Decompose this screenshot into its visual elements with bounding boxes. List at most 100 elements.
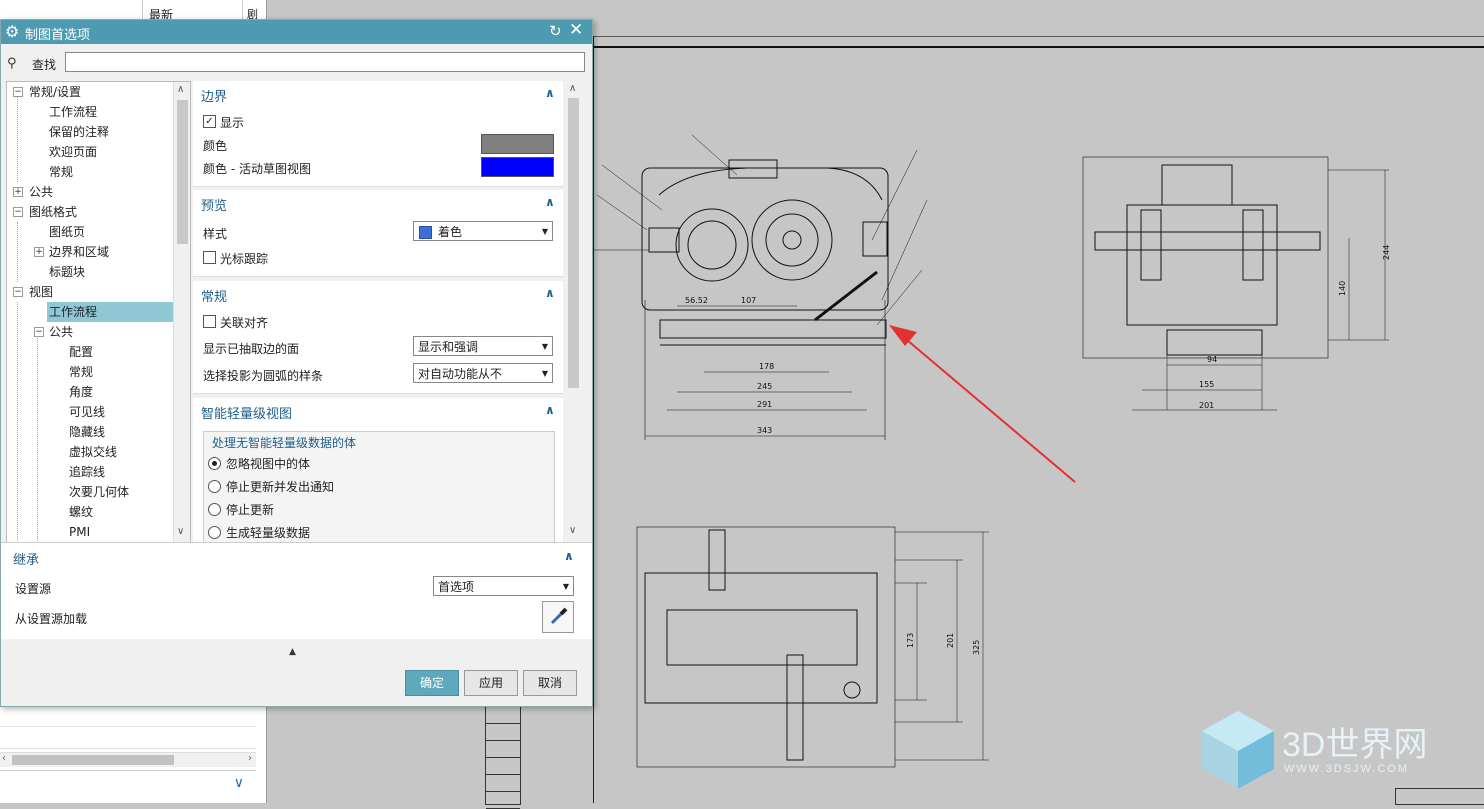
- section-inherit: 继承 ∧ 设置源 首选项 ▼ 从设置源加载: [1, 542, 592, 639]
- section-preview-title[interactable]: 预览: [201, 195, 227, 214]
- section-smart-lightweight: 智能轻量级视图 ∧ 处理无智能轻量级数据的体 忽略视图中的体 停止更新并发出通知…: [193, 398, 563, 542]
- extracted-faces-label: 显示已抽取边的面: [203, 342, 300, 356]
- color-label: 颜色: [203, 139, 228, 153]
- tree-item-thread[interactable]: 螺纹: [69, 502, 93, 522]
- associative-align-label: 关联对齐: [220, 316, 269, 330]
- tree-item-title-block[interactable]: 标题块: [49, 262, 85, 282]
- active-color-label: 颜色 - 活动草图视图: [203, 162, 311, 176]
- tree-item-common-general[interactable]: 常规: [69, 362, 93, 382]
- watermark-logo: 3D世界网 WWW.3DSJW.COM: [1198, 705, 1468, 795]
- show-border-label: 显示: [220, 116, 245, 130]
- expand-more-arrow-icon[interactable]: ▲: [289, 647, 296, 657]
- active-color-swatch[interactable]: [481, 157, 554, 177]
- load-from-source-label: 从设置源加载: [15, 612, 88, 626]
- tree-scroll-thumb[interactable]: [177, 100, 188, 244]
- settings-source-label: 设置源: [15, 582, 52, 596]
- spline-arc-label: 选择投影为圆弧的样条: [203, 369, 324, 383]
- tree-item-general[interactable]: 常规: [49, 162, 73, 182]
- scroll-up-icon[interactable]: ∧: [177, 84, 184, 95]
- dim-side-3: 94: [1207, 355, 1217, 364]
- apply-button[interactable]: 应用: [464, 670, 518, 696]
- eyedropper-icon: [550, 607, 568, 625]
- section-border-title[interactable]: 边界: [201, 86, 227, 105]
- section-border: 边界 ∧ ✓ 显示 颜色 颜色 - 活动草图视图: [193, 81, 563, 187]
- tree-vertical-scrollbar[interactable]: ∧ ∨: [173, 82, 190, 543]
- dim-top-1: 173: [906, 633, 915, 648]
- dim-front-6: 343: [757, 426, 772, 435]
- collapse-icon[interactable]: −: [13, 207, 23, 217]
- dialog-title-bar[interactable]: ⚙ 制图首选项 ↻ ✕: [1, 20, 592, 44]
- lightweight-group: 处理无智能轻量级数据的体 忽略视图中的体 停止更新并发出通知 停止更新 生成轻量…: [203, 431, 555, 542]
- section-preview: 预览 ∧ 样式 着色 ▼ 光标跟踪: [193, 190, 563, 277]
- chevron-up-icon[interactable]: ∧: [545, 286, 555, 300]
- chevron-up-icon[interactable]: ∧: [545, 195, 555, 209]
- load-from-source-button[interactable]: [542, 601, 574, 633]
- settings-vertical-scrollbar[interactable]: ∧ ∨: [565, 81, 582, 542]
- collapse-icon[interactable]: −: [13, 87, 23, 97]
- watermark-url: WWW.3DSJW.COM: [1284, 763, 1409, 775]
- tree-item-virtual-intersections[interactable]: 虚拟交线: [69, 442, 117, 462]
- scroll-down-icon[interactable]: ∨: [569, 525, 576, 536]
- settings-scroll-thumb[interactable]: [568, 98, 579, 388]
- scroll-down-icon[interactable]: ∨: [177, 526, 184, 537]
- extracted-faces-dropdown[interactable]: 显示和强调 ▼: [413, 336, 553, 356]
- dim-side-4: 155: [1199, 380, 1214, 389]
- radio-stop-update[interactable]: [208, 503, 221, 516]
- scroll-right-icon[interactable]: ›: [248, 753, 252, 764]
- tree-item-visible-lines[interactable]: 可见线: [69, 402, 105, 422]
- ok-button[interactable]: 确定: [405, 670, 459, 696]
- navigator-horizontal-scrollbar[interactable]: ‹ ›: [0, 752, 256, 767]
- chevron-down-icon: ▼: [562, 582, 569, 591]
- dim-top-2: 201: [946, 633, 955, 648]
- cube-logo-icon: [1202, 711, 1274, 789]
- navigator-rows: [0, 705, 256, 749]
- dim-side-1: 244: [1382, 245, 1391, 260]
- search-input[interactable]: [65, 52, 585, 72]
- cancel-button[interactable]: 取消: [523, 670, 577, 696]
- tree-item-angle[interactable]: 角度: [69, 382, 93, 402]
- tree-item-welcome-page[interactable]: 欢迎页面: [49, 142, 97, 162]
- radio-stop-update-notify[interactable]: [208, 480, 221, 493]
- spline-arc-dropdown[interactable]: 对自动功能从不 ▼: [413, 363, 553, 383]
- dim-side-5: 201: [1199, 401, 1214, 410]
- chevron-down-icon[interactable]: ∨: [234, 775, 244, 791]
- section-general-title[interactable]: 常规: [201, 286, 227, 305]
- reset-icon[interactable]: ↻: [549, 22, 562, 40]
- tree-item-sheet[interactable]: 图纸页: [49, 222, 85, 242]
- search-label: 查找: [32, 58, 57, 72]
- tree-item-retained-annotations[interactable]: 保留的注释: [49, 122, 109, 142]
- close-icon[interactable]: ✕: [569, 20, 583, 40]
- chevron-up-icon[interactable]: ∧: [564, 549, 574, 563]
- scroll-left-icon[interactable]: ‹: [2, 753, 6, 764]
- section-inherit-title[interactable]: 继承: [13, 549, 39, 568]
- collapse-icon[interactable]: −: [13, 287, 23, 297]
- dim-top-3: 325: [972, 640, 981, 655]
- style-dropdown[interactable]: 着色 ▼: [413, 221, 553, 241]
- scroll-up-icon[interactable]: ∧: [569, 83, 576, 94]
- tree-item-secondary-geometry[interactable]: 次要几何体: [69, 482, 129, 502]
- chevron-up-icon[interactable]: ∧: [545, 403, 555, 417]
- expand-icon[interactable]: +: [34, 247, 44, 257]
- cursor-tracking-label: 光标跟踪: [220, 252, 269, 266]
- section-lightweight-title[interactable]: 智能轻量级视图: [201, 403, 292, 422]
- scroll-thumb[interactable]: [12, 755, 174, 765]
- tree-item-workflow[interactable]: 工作流程: [49, 102, 97, 122]
- chevron-up-icon[interactable]: ∧: [545, 86, 555, 100]
- tree-item-hidden-lines[interactable]: 隐藏线: [69, 422, 105, 442]
- collapse-icon[interactable]: −: [34, 327, 44, 337]
- settings-source-dropdown[interactable]: 首选项 ▼: [433, 576, 574, 596]
- watermark-brand: 3D世界网: [1282, 726, 1428, 764]
- show-border-checkbox[interactable]: ✓: [203, 115, 216, 128]
- drafting-preferences-dialog: ⚙ 制图首选项 ↻ ✕ ⚲ 查找 − 常规/设置 工作流程 保留的注释 欢迎页面…: [0, 19, 593, 707]
- navigator-expand-bar[interactable]: ∨: [0, 770, 256, 801]
- radio-ignore-bodies[interactable]: [208, 457, 221, 470]
- border-color-swatch[interactable]: [481, 134, 554, 154]
- expand-icon[interactable]: +: [13, 187, 23, 197]
- tree-item-trace-lines[interactable]: 追踪线: [69, 462, 105, 482]
- tree-item-view-workflow[interactable]: 工作流程: [47, 302, 175, 322]
- associative-align-checkbox[interactable]: [203, 315, 216, 328]
- tree-item-pmi[interactable]: PMI: [69, 522, 90, 542]
- radio-generate-lightweight[interactable]: [208, 526, 221, 539]
- tree-item-configuration[interactable]: 配置: [69, 342, 93, 362]
- cursor-tracking-checkbox[interactable]: [203, 251, 216, 264]
